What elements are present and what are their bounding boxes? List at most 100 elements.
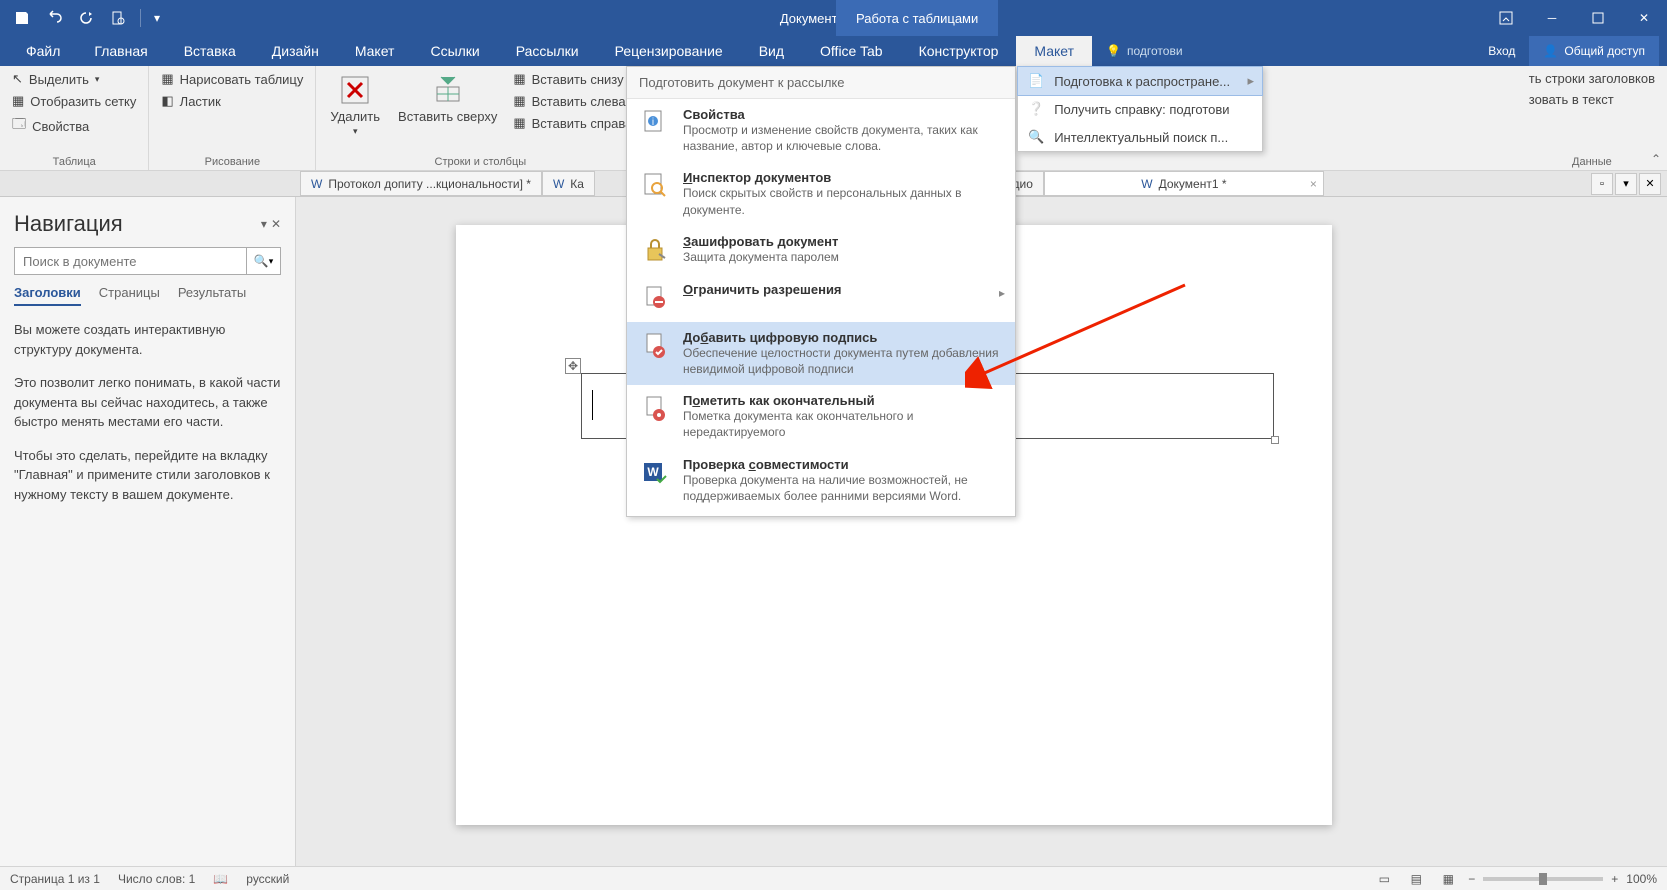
close-all-button[interactable]: ✕ [1639, 173, 1661, 195]
proofing-icon[interactable]: 📖 [213, 872, 228, 886]
group-draw-label: Рисование [155, 154, 309, 168]
nav-tab-pages[interactable]: Страницы [99, 285, 160, 306]
view-print-button[interactable]: ▤ [1404, 869, 1428, 889]
nav-tab-headings[interactable]: Заголовки [14, 285, 81, 306]
insert-above-button[interactable]: Вставить сверху [390, 69, 505, 128]
convert-to-text-button[interactable]: зовать в текст [1523, 90, 1661, 109]
group-rowscols-label: Строки и столбцы [322, 154, 638, 168]
new-tab-button[interactable]: ▫ [1591, 173, 1613, 195]
redo-button[interactable] [72, 4, 100, 32]
maximize-button[interactable] [1575, 0, 1621, 36]
sign-in-button[interactable]: Вход [1474, 44, 1529, 58]
repeat-header-rows-button[interactable]: ть строки заголовков [1523, 69, 1661, 88]
insert-below-button[interactable]: ▦Вставить снизу [507, 69, 638, 89]
group-table-label: Таблица [6, 154, 142, 168]
inspect-icon [639, 170, 671, 202]
navigation-pane: Навигация ▾ ✕ 🔍▾ Заголовки Страницы Резу… [0, 197, 296, 866]
nav-search-input[interactable] [15, 248, 246, 274]
tab-table-layout[interactable]: Макет [1016, 36, 1092, 66]
tell-me-box[interactable]: 💡 подготови [1092, 36, 1197, 66]
tellme-suggestions-popup: 📄 Подготовка к распростране... ▸ ❔ Получ… [1017, 66, 1263, 152]
table-resize-handle[interactable] [1271, 436, 1279, 444]
draw-table-button[interactable]: ▦Нарисовать таблицу [155, 69, 309, 89]
save-button[interactable] [8, 4, 36, 32]
tab-review[interactable]: Рецензирование [597, 36, 741, 66]
tab-officetab[interactable]: Office Tab [802, 36, 901, 66]
view-gridlines-button[interactable]: ▦Отобразить сетку [6, 91, 142, 111]
delete-button[interactable]: Удалить▾ [322, 69, 388, 141]
tab-view[interactable]: Вид [741, 36, 802, 66]
signature-icon [639, 330, 671, 362]
nav-options-button[interactable]: ▾ [261, 217, 267, 231]
group-table: ↖Выделить▾ ▦Отобразить сетку 🗔Свойства Т… [0, 66, 149, 170]
word-icon: W [553, 177, 564, 191]
insert-col-right-icon: ▦ [513, 115, 525, 131]
tab-home[interactable]: Главная [76, 36, 165, 66]
status-page[interactable]: Страница 1 из 1 [10, 872, 100, 886]
insert-right-button[interactable]: ▦Вставить справа [507, 113, 638, 133]
prepare-add-signature[interactable]: Добавить цифровую подписьОбеспечение цел… [627, 322, 1015, 385]
tab-insert[interactable]: Вставка [166, 36, 254, 66]
minimize-button[interactable]: ─ [1529, 0, 1575, 36]
compat-icon: W [639, 457, 671, 489]
chevron-down-icon: ▾ [353, 126, 358, 137]
select-button[interactable]: ↖Выделить▾ [6, 69, 142, 89]
eraser-button[interactable]: ◧Ластик [155, 91, 309, 111]
group-draw: ▦Нарисовать таблицу ◧Ластик Рисование [149, 66, 316, 170]
delete-table-icon [338, 73, 372, 107]
tab-design[interactable]: Дизайн [254, 36, 337, 66]
zoom-slider[interactable] [1483, 877, 1603, 881]
prepare-properties[interactable]: i СвойстваПросмотр и изменение свойств д… [627, 99, 1015, 162]
tellme-item-smart-lookup[interactable]: 🔍 Интеллектуальный поиск п... [1018, 123, 1262, 151]
undo-button[interactable] [40, 4, 68, 32]
view-read-button[interactable]: ▭ [1372, 869, 1396, 889]
status-words[interactable]: Число слов: 1 [118, 872, 195, 886]
svg-text:i: i [652, 117, 654, 128]
prepare-header: Подготовить документ к рассылке [627, 67, 1015, 99]
nav-search-button[interactable]: 🔍▾ [246, 248, 280, 274]
share-button[interactable]: 👤 Общий доступ [1529, 36, 1659, 66]
status-language[interactable]: русский [246, 872, 289, 886]
tab-mailings[interactable]: Рассылки [498, 36, 597, 66]
svg-text:W: W [647, 465, 659, 479]
restrict-icon [639, 282, 671, 314]
nav-close-button[interactable]: ✕ [271, 217, 281, 231]
properties-button[interactable]: 🗔Свойства [6, 113, 142, 139]
doctab-4[interactable]: WДокумент1 *× [1044, 171, 1324, 196]
prepare-mark-final[interactable]: Пометить как окончательныйПометка докуме… [627, 385, 1015, 448]
view-web-button[interactable]: ▦ [1436, 869, 1460, 889]
chevron-right-icon: ▸ [1247, 73, 1254, 89]
prepare-inspect[interactable]: ИИнспектор документовнспектор документов… [627, 162, 1015, 225]
doctab-2[interactable]: WКа [542, 171, 595, 196]
tab-file[interactable]: Файл [10, 36, 76, 66]
nav-search[interactable]: 🔍▾ [14, 247, 281, 275]
tab-layout[interactable]: Макет [337, 36, 413, 66]
prepare-encrypt[interactable]: Зашифровать документЗащита документа пар… [627, 226, 1015, 274]
collapse-ribbon-button[interactable]: ⌃ [1651, 152, 1661, 166]
print-preview-button[interactable] [104, 4, 132, 32]
group-data: ть строки заголовков зовать в текст Данн… [1517, 66, 1667, 170]
nav-tab-results[interactable]: Результаты [178, 285, 246, 306]
tab-references[interactable]: Ссылки [412, 36, 497, 66]
zoom-level[interactable]: 100% [1626, 872, 1657, 886]
zoom-out-button[interactable]: − [1468, 872, 1475, 886]
prepare-compatibility[interactable]: W Проверка совместимостиПроверка докумен… [627, 449, 1015, 512]
word-icon: W [1141, 177, 1152, 191]
close-button[interactable]: ✕ [1621, 0, 1667, 36]
zoom-in-button[interactable]: + [1611, 872, 1618, 886]
chevron-down-icon: ▾ [95, 74, 100, 85]
pencil-table-icon: ▦ [161, 71, 173, 87]
prepare-restrict[interactable]: Ограничить разрешения ▸ [627, 274, 1015, 322]
search-icon: 🔍 [1028, 129, 1044, 145]
tellme-item-help[interactable]: ❔ Получить справку: подготови [1018, 95, 1262, 123]
group-data-label: Данные [1523, 154, 1661, 168]
ribbon-options-button[interactable] [1483, 0, 1529, 36]
tellme-item-prepare[interactable]: 📄 Подготовка к распростране... ▸ [1017, 66, 1263, 96]
tab-list-button[interactable]: ▾ [1615, 173, 1637, 195]
insert-left-button[interactable]: ▦Вставить слева [507, 91, 638, 111]
close-tab-icon[interactable]: × [1310, 177, 1317, 191]
qat-customize-button[interactable]: ▾ [149, 4, 165, 32]
tab-table-design[interactable]: Конструктор [901, 36, 1017, 66]
person-icon: 👤 [1543, 44, 1558, 58]
doctab-1[interactable]: WПротокол допиту ...кциональности] * [300, 171, 542, 196]
